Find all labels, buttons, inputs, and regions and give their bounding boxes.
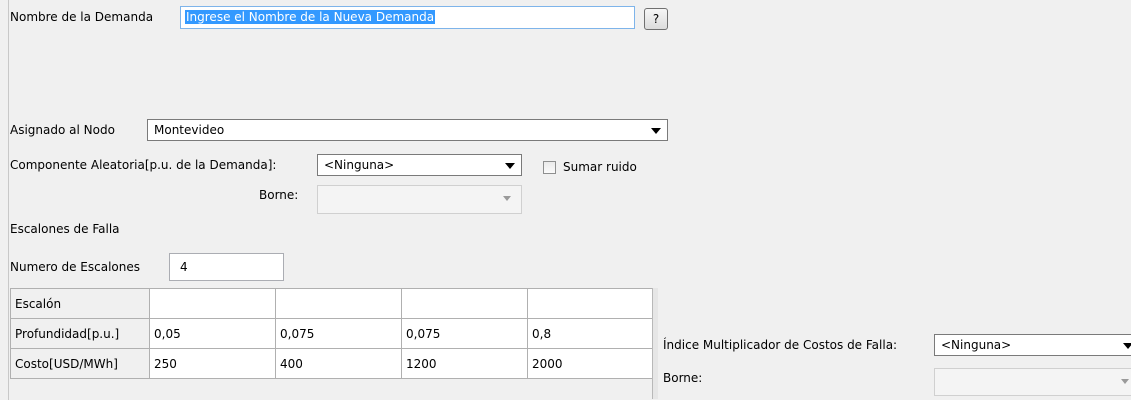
row-header-cell: Costo[USD/MWh] (10, 348, 150, 379)
random-component-select[interactable]: <Ninguna> (317, 154, 522, 176)
chevron-down-icon (1123, 343, 1131, 349)
demand-name-value: Ingrese el Nombre de la Nueva Demanda (185, 10, 436, 24)
table-cell[interactable]: 0,05 (149, 318, 276, 349)
table-header-row: Escalón (10, 288, 654, 319)
table-scrollbar[interactable] (652, 288, 658, 399)
table-cell[interactable] (527, 288, 654, 319)
failure-cost-index-select-value: <Ninguna> (941, 338, 1012, 352)
left-border (8, 0, 9, 400)
borne-label: Borne: (259, 188, 299, 202)
table-cell[interactable]: 2000 (527, 348, 654, 379)
chevron-down-icon (651, 128, 661, 134)
node-select-value: Montevideo (154, 123, 225, 137)
row-header-cell: Profundidad[p.u.] (10, 318, 150, 349)
table-cell[interactable]: 0,8 (527, 318, 654, 349)
add-noise-label: Sumar ruido (563, 160, 637, 174)
step-count-input[interactable]: 4 (169, 253, 284, 281)
table-row: Profundidad[p.u.] 0,05 0,075 0,075 0,8 (10, 318, 654, 349)
table-cell[interactable]: 0,075 (275, 318, 402, 349)
table-cell[interactable] (149, 288, 276, 319)
node-label: Asignado al Nodo (10, 123, 115, 137)
chevron-down-icon (1121, 379, 1129, 384)
step-count-label: Numero de Escalones (10, 260, 140, 274)
demand-name-input[interactable]: Ingrese el Nombre de la Nueva Demanda (180, 6, 635, 29)
failure-steps-title: Escalones de Falla (10, 222, 120, 236)
table-cell[interactable] (401, 288, 528, 319)
row-header-cell: Escalón (10, 288, 150, 319)
failure-cost-index-select[interactable]: <Ninguna> (934, 334, 1131, 356)
table-cell[interactable]: 250 (149, 348, 276, 379)
table-cell[interactable] (275, 288, 402, 319)
borne-select[interactable] (317, 185, 522, 214)
table-row: Costo[USD/MWh] 250 400 1200 2000 (10, 348, 654, 379)
node-select[interactable]: Montevideo (147, 119, 668, 141)
random-component-select-value: <Ninguna> (324, 158, 395, 172)
random-component-label: Componente Aleatoria[p.u. de la Demanda]… (10, 158, 277, 172)
demand-name-label: Nombre de la Demanda (10, 10, 154, 24)
add-noise-checkbox[interactable] (543, 161, 556, 174)
failure-steps-table: Escalón Profundidad[p.u.] 0,05 0,075 0,0… (10, 288, 654, 379)
chevron-down-icon (503, 196, 511, 201)
failure-cost-borne-select[interactable] (934, 368, 1131, 396)
table-cell[interactable]: 1200 (401, 348, 528, 379)
help-button[interactable]: ? (644, 8, 668, 30)
table-cell[interactable]: 400 (275, 348, 402, 379)
failure-cost-index-label: Índice Multiplicador de Costos de Falla: (663, 338, 898, 352)
chevron-down-icon (505, 163, 515, 169)
table-cell[interactable]: 0,075 (401, 318, 528, 349)
failure-cost-borne-label: Borne: (663, 371, 703, 385)
